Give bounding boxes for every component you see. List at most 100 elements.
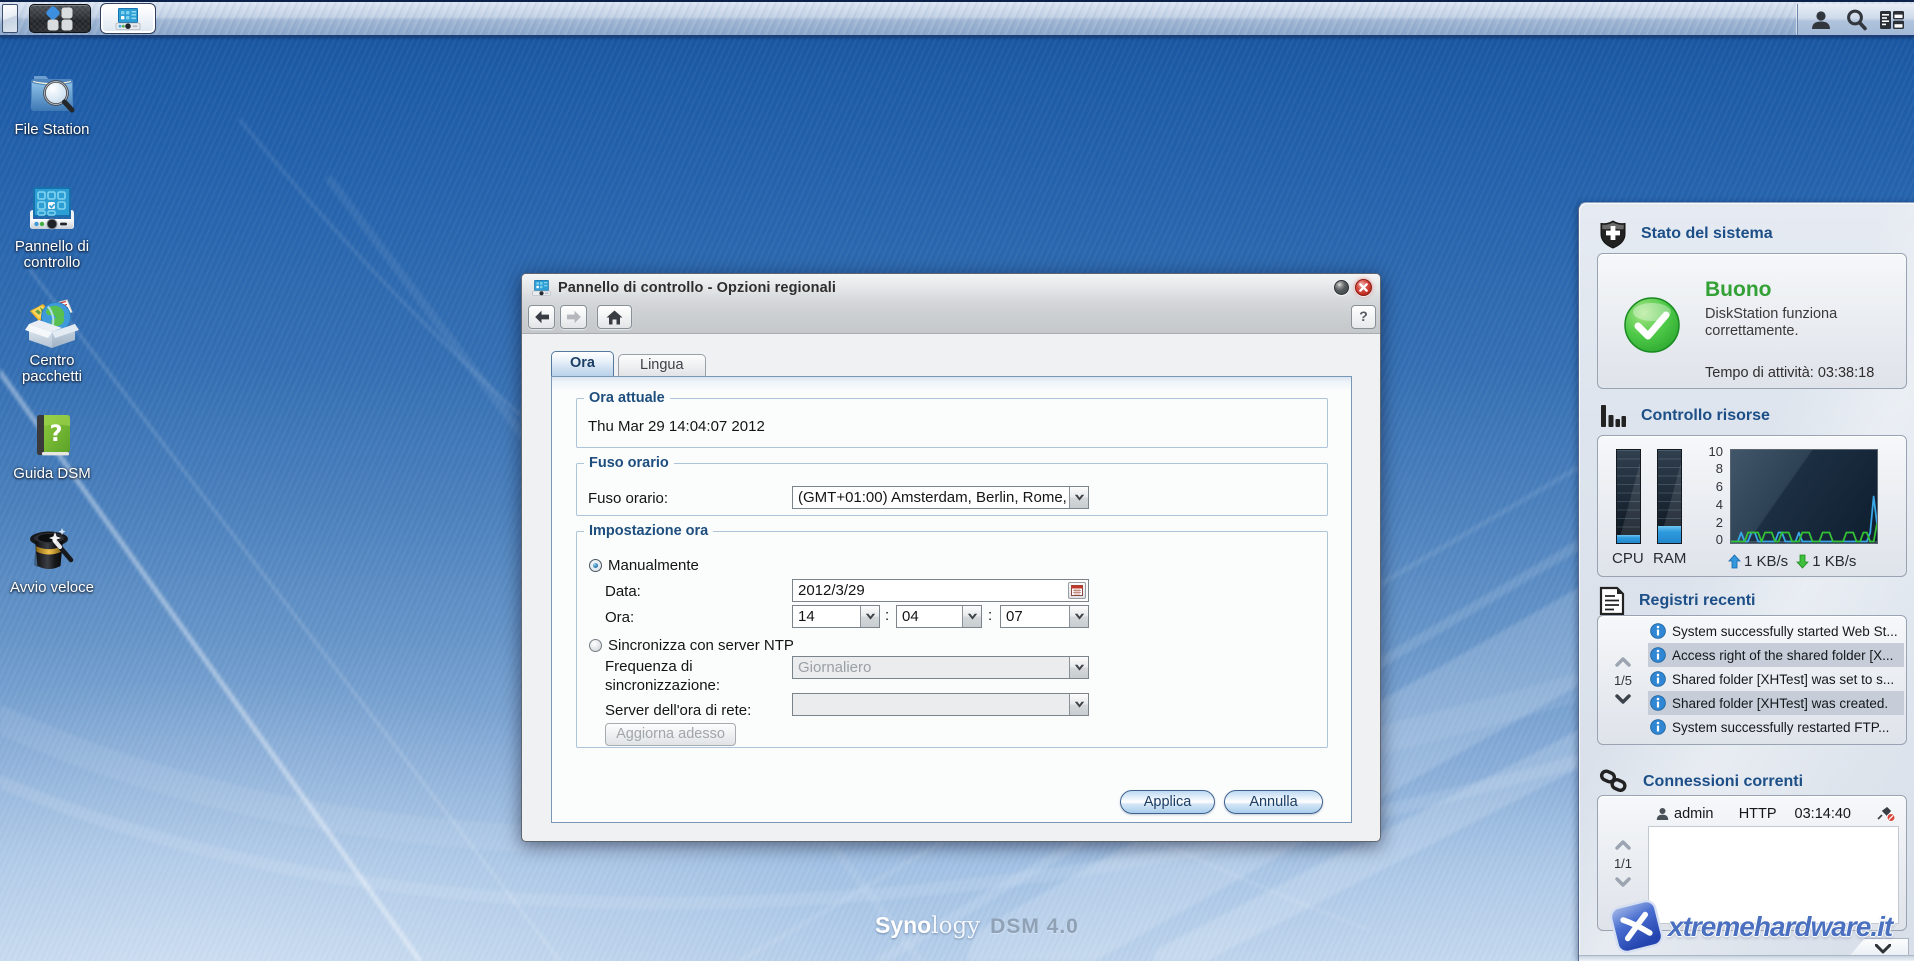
desktop-icon-quick-start[interactable]: Avvio veloce <box>0 526 104 596</box>
time-server-select[interactable] <box>792 693 1089 716</box>
bar-chart-icon <box>1599 403 1627 429</box>
show-desktop-button[interactable] <box>2 4 18 33</box>
dropdown-button[interactable] <box>1069 657 1088 678</box>
help-button[interactable]: ? <box>1351 305 1376 329</box>
calendar-button[interactable] <box>1068 582 1086 599</box>
connection-time: 03:14:40 <box>1795 806 1851 822</box>
taskbar-texture <box>0 2 1914 35</box>
system-status-box: Buono DiskStation funziona correttamente… <box>1597 253 1907 389</box>
quick-start-icon <box>24 526 80 576</box>
disconnect-icon[interactable] <box>1877 807 1896 822</box>
log-row[interactable]: System successfully started Web St... <box>1648 619 1904 643</box>
axis-tick: 2 <box>1703 515 1723 530</box>
sync-frequency-value: Giornaliero <box>793 657 1069 678</box>
log-text: System successfully started Web St... <box>1672 624 1898 639</box>
log-icon <box>1599 586 1625 616</box>
section-title: Registri recenti <box>1639 592 1755 610</box>
user-menu-button[interactable] <box>1808 7 1834 33</box>
ram-gauge-fill <box>1658 526 1681 543</box>
page-up-icon[interactable] <box>1615 657 1631 667</box>
download-rate: 1 KB/s <box>1812 553 1856 570</box>
user-icon <box>1810 9 1832 31</box>
cpu-gauge-fill <box>1617 535 1640 543</box>
axis-tick: 8 <box>1703 461 1723 476</box>
section-system-status: Stato del sistema <box>1599 219 1773 249</box>
pilot-view-icon <box>1879 9 1905 31</box>
time-colon: : <box>885 607 889 624</box>
chevron-down-icon <box>967 613 978 621</box>
sync-frequency-select[interactable]: Giornaliero <box>792 656 1089 679</box>
timezone-value: (GMT+01:00) Amsterdam, Berlin, Rome, Sto… <box>793 487 1069 508</box>
back-button[interactable] <box>528 305 555 329</box>
timezone-select[interactable]: (GMT+01:00) Amsterdam, Berlin, Rome, Sto… <box>792 486 1089 509</box>
fieldset-current-time: Ora attuale Thu Mar 29 14:04:07 2012 <box>576 398 1328 448</box>
log-row[interactable]: Shared folder [XHTest] was created. <box>1648 691 1904 715</box>
hour-value: 14 <box>793 606 860 627</box>
control-panel-mini-icon <box>115 7 141 31</box>
minimize-button[interactable] <box>1334 280 1349 295</box>
status-description: DiskStation funziona correttamente. <box>1705 306 1875 340</box>
fieldset-legend: Ora attuale <box>584 389 670 407</box>
tab-ora[interactable]: Ora <box>551 351 614 376</box>
log-text: Shared folder [XHTest] was created. <box>1672 696 1888 711</box>
logo-logy: logy <box>931 913 980 939</box>
section-current-connections: Connessioni correnti <box>1599 768 1803 796</box>
desktop-icon-file-station[interactable]: File Station <box>0 68 104 138</box>
log-rows: System successfully started Web St... Ac… <box>1648 619 1904 739</box>
home-button[interactable] <box>597 305 632 329</box>
xtremehardware-logo-icon <box>1606 896 1668 958</box>
panel-bottom-strip <box>1579 955 1914 961</box>
forward-button[interactable] <box>560 305 587 329</box>
search-button[interactable] <box>1843 7 1869 33</box>
app-grid-icon <box>45 6 75 31</box>
apply-button[interactable]: Applica <box>1120 790 1215 814</box>
time-server-value <box>793 694 1069 715</box>
ram-label: RAM <box>1653 550 1686 567</box>
hour-select[interactable]: 14 <box>792 605 880 628</box>
close-button[interactable] <box>1355 279 1372 296</box>
minute-select[interactable]: 04 <box>896 605 982 628</box>
tab-lingua[interactable]: Lingua <box>618 354 706 376</box>
taskbar <box>0 0 1914 35</box>
update-now-button[interactable]: Aggiorna adesso <box>605 723 736 746</box>
time-server-label: Server dell'ora di rete: <box>605 702 751 719</box>
log-row[interactable]: System successfully restarted FTP... <box>1648 715 1904 739</box>
desktop-icon-label: Pannello di controllo <box>0 239 104 271</box>
log-row[interactable]: Shared folder [XHTest] was set to s... <box>1648 667 1904 691</box>
main-menu-button[interactable] <box>29 4 91 33</box>
ram-gauge <box>1657 449 1682 544</box>
log-text: Shared folder [XHTest] was set to s... <box>1672 672 1894 687</box>
radio-ntp[interactable] <box>589 639 602 652</box>
info-icon <box>1650 623 1666 639</box>
dsm-help-icon: ? <box>27 412 77 462</box>
log-row[interactable]: Access right of the shared folder [X... <box>1648 643 1904 667</box>
taskbar-item-control-panel[interactable] <box>101 4 155 33</box>
status-value: Buono <box>1705 278 1771 302</box>
fieldset-legend: Fuso orario <box>584 454 674 472</box>
radio-manual[interactable] <box>589 559 602 572</box>
axis-tick: 6 <box>1703 479 1723 494</box>
dropdown-button[interactable] <box>962 606 981 627</box>
window-titlebar[interactable]: Pannello di controllo - Opzioni regional… <box>522 274 1380 301</box>
info-icon <box>1650 647 1666 663</box>
info-icon <box>1650 671 1666 687</box>
pilot-view-button[interactable] <box>1879 7 1905 33</box>
desktop-icon-control-panel[interactable]: Pannello di controllo <box>0 185 104 271</box>
page-down-icon[interactable] <box>1615 877 1631 887</box>
dropdown-button[interactable] <box>860 606 879 627</box>
page-down-icon[interactable] <box>1615 694 1631 704</box>
date-input[interactable]: 2012/3/29 <box>792 579 1089 602</box>
taskbar-tray <box>1797 4 1914 35</box>
desktop-icon-dsm-help[interactable]: ? Guida DSM <box>0 412 104 482</box>
dropdown-button[interactable] <box>1069 694 1088 715</box>
desktop-icon-package-center[interactable]: Centro pacchetti <box>0 297 104 385</box>
chevron-down-icon <box>1074 701 1085 709</box>
connection-row[interactable]: admin HTTP 03:14:40 <box>1656 805 1896 823</box>
page-up-icon[interactable] <box>1615 840 1631 850</box>
section-resource-monitor: Controllo risorse <box>1599 403 1770 429</box>
second-select[interactable]: 07 <box>1000 605 1089 628</box>
dropdown-button[interactable] <box>1069 487 1088 508</box>
current-time-value: Thu Mar 29 14:04:07 2012 <box>588 418 765 435</box>
cancel-button[interactable]: Annulla <box>1224 790 1323 814</box>
dropdown-button[interactable] <box>1069 606 1088 627</box>
